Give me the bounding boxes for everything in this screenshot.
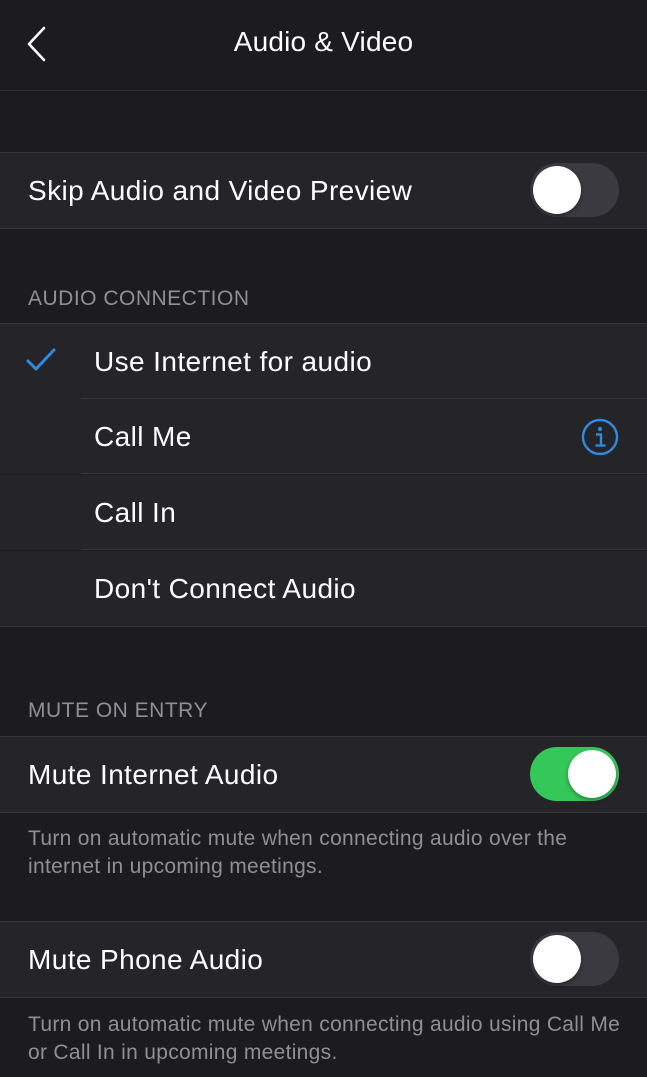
option-label: Call Me	[94, 421, 192, 452]
mute-phone-audio-label: Mute Phone Audio	[28, 944, 264, 975]
skip-preview-label: Skip Audio and Video Preview	[28, 175, 413, 206]
mute-on-entry-header: MUTE ON ENTRY	[28, 699, 208, 722]
mute-internet-audio-toggle[interactable]	[530, 747, 619, 801]
skip-preview-toggle[interactable]	[530, 163, 619, 217]
divider	[81, 473, 647, 474]
mute-phone-audio-description: Turn on automatic mute when connecting a…	[28, 1013, 621, 1064]
mute-internet-audio-description: Turn on automatic mute when connecting a…	[28, 827, 568, 878]
audio-connection-header: AUDIO CONNECTION	[28, 287, 250, 310]
mute-internet-audio-label: Mute Internet Audio	[28, 759, 279, 790]
checkmark-icon	[26, 348, 56, 371]
skip-preview-row: Skip Audio and Video Preview	[0, 152, 647, 229]
toggle-knob	[533, 935, 581, 983]
option-call-me[interactable]: Call Me	[0, 399, 647, 474]
option-label: Use Internet for audio	[94, 346, 373, 377]
mute-phone-audio-row: Mute Phone Audio	[0, 921, 647, 998]
page-title: Audio & Video	[233, 26, 414, 57]
option-call-in[interactable]: Call In	[0, 475, 647, 550]
info-icon[interactable]	[581, 418, 619, 456]
option-use-internet-audio[interactable]: Use Internet for audio	[0, 323, 647, 399]
toggle-knob	[568, 750, 616, 798]
toggle-knob	[533, 166, 581, 214]
divider	[81, 549, 647, 550]
option-label: Don't Connect Audio	[94, 573, 357, 604]
mute-phone-audio-toggle[interactable]	[530, 932, 619, 986]
mute-internet-audio-row: Mute Internet Audio	[0, 736, 647, 813]
option-label: Call In	[94, 497, 177, 528]
navigation-bar: Audio & Video	[0, 0, 647, 91]
option-dont-connect-audio[interactable]: Don't Connect Audio	[0, 551, 647, 627]
